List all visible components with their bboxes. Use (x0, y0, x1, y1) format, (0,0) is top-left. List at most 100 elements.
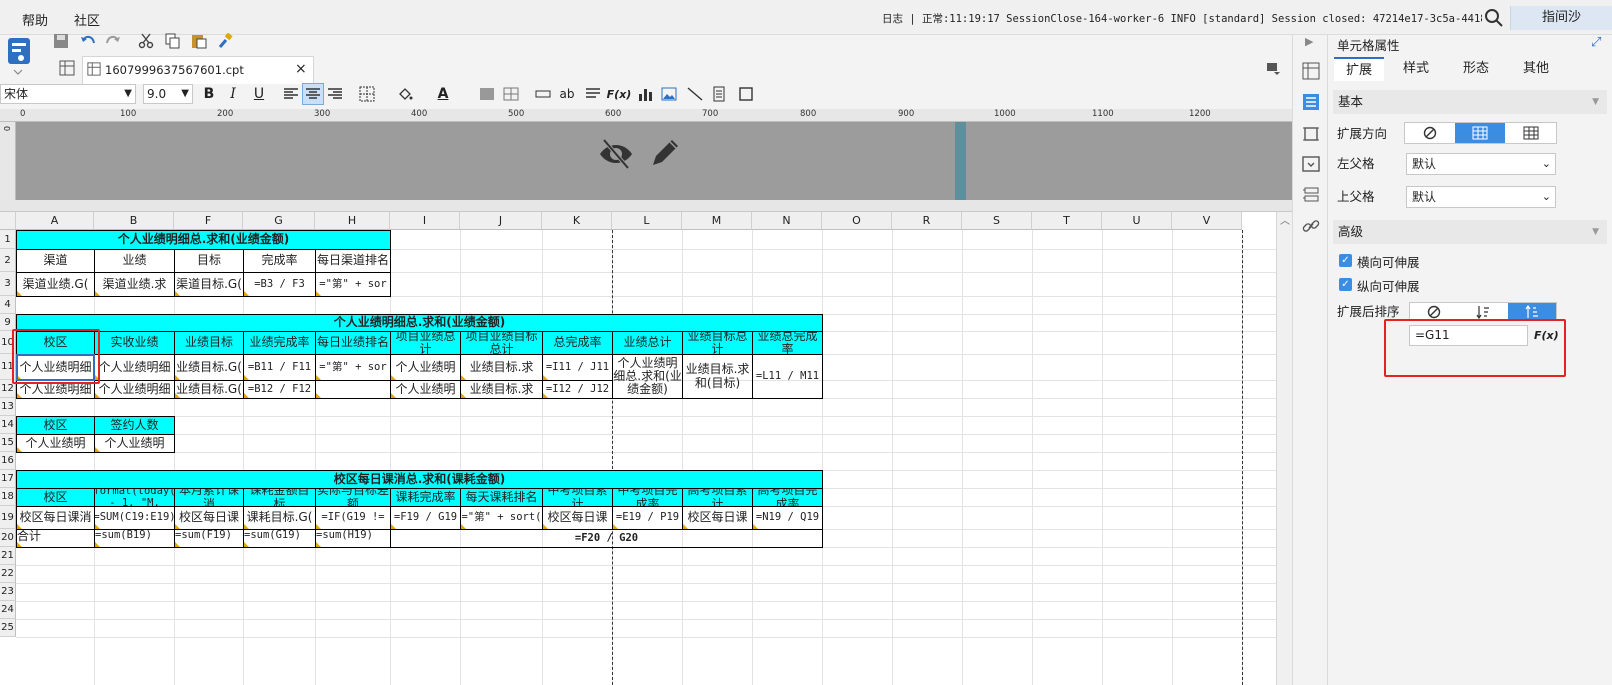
data-cell[interactable]: 渠道业绩.G( (16, 272, 95, 297)
edit-pen-icon[interactable] (648, 134, 682, 170)
page-margin-marker[interactable] (955, 122, 966, 200)
row-header[interactable]: 19 (0, 506, 16, 529)
underline-button[interactable]: U (248, 83, 270, 105)
data-cell[interactable]: 个人业绩明 (390, 380, 461, 399)
row-header[interactable]: 4 (0, 296, 16, 314)
sort-segment[interactable] (1409, 302, 1557, 321)
hyperlink-icon[interactable] (1302, 217, 1320, 235)
row-header[interactable]: 22 (0, 565, 16, 583)
data-cell[interactable]: ="第" + sor (315, 354, 391, 381)
menu-community[interactable]: 社区 (74, 10, 100, 29)
data-cell[interactable]: =F20 / G20 (390, 529, 823, 548)
data-cell[interactable]: =sum(G19) (243, 529, 316, 548)
row-header[interactable]: 20 (0, 529, 16, 547)
section-basic[interactable]: 基本 ▼ (1333, 90, 1607, 114)
border-icon[interactable] (356, 83, 378, 105)
header-cell[interactable]: 校区 (16, 416, 95, 435)
column-header[interactable]: M (682, 212, 752, 230)
column-header[interactable]: B (94, 212, 174, 230)
data-cell[interactable]: =I12 / J12 (542, 380, 613, 399)
tab-report-file[interactable]: 1607999637567601.cpt × (82, 56, 314, 84)
column-header[interactable]: F (174, 212, 243, 230)
row-header[interactable]: 21 (0, 547, 16, 565)
text-ab-icon[interactable]: ab (556, 83, 578, 105)
data-cell[interactable]: 个人业绩明 (16, 434, 95, 453)
data-cell[interactable]: 个人业绩明细 (94, 354, 175, 381)
row-header[interactable]: 16 (0, 452, 16, 470)
save-icon[interactable] (50, 30, 72, 52)
widget-icon[interactable] (736, 83, 758, 105)
header-cell[interactable]: 业绩总完成率 (752, 331, 823, 355)
data-cell[interactable]: =I11 / J11 (542, 354, 613, 381)
data-cell[interactable]: =B11 / F11 (243, 354, 316, 381)
header-cell[interactable]: 每日业绩排名 (315, 331, 391, 355)
frame-icon[interactable] (1302, 125, 1320, 143)
column-header[interactable]: N (752, 212, 822, 230)
pin-icon[interactable]: ⤢ (1591, 35, 1601, 50)
data-cell[interactable]: 合计 (16, 529, 95, 548)
row-header[interactable]: 23 (0, 583, 16, 601)
slash-icon[interactable] (684, 83, 706, 105)
format-painter-icon[interactable] (214, 30, 236, 52)
data-cell[interactable]: 个人业绩明细总.求和(业绩金额) (612, 354, 683, 399)
v-expand-checkbox[interactable]: ✓ (1339, 278, 1352, 291)
data-cell[interactable]: 业绩目标.G( (174, 354, 244, 381)
column-header[interactable]: R (892, 212, 962, 230)
data-cell[interactable]: =IF(G19 != (315, 506, 391, 530)
data-cell[interactable] (315, 380, 391, 399)
data-cell[interactable]: 渠道目标.G( (174, 272, 244, 297)
header-cell[interactable]: 实收业绩 (94, 331, 175, 355)
data-cell[interactable]: 课耗目标.G( (243, 506, 316, 530)
bold-button[interactable]: B (198, 83, 220, 105)
vertical-scrollbar[interactable]: ︿ (1276, 212, 1292, 685)
merge-icon[interactable] (476, 83, 498, 105)
header-cell[interactable]: 总完成率 (542, 331, 613, 355)
data-cell[interactable]: 渠道业绩.求 (94, 272, 175, 297)
column-header[interactable]: S (962, 212, 1032, 230)
font-size-select[interactable]: 9.0 ▼ (143, 84, 193, 104)
italic-button[interactable]: I (222, 83, 244, 105)
h-expand-checkbox[interactable]: ✓ (1339, 254, 1352, 267)
data-cell[interactable]: =B3 / F3 (243, 272, 316, 297)
row-header[interactable]: 18 (0, 488, 16, 506)
redo-icon[interactable] (102, 30, 124, 52)
header-cell[interactable]: 渠道 (16, 249, 95, 273)
header-cell[interactable]: 高考项目累计 (682, 488, 753, 507)
log-status[interactable]: 日志 | 正常:11:19:17 SessionClose-164-worker… (882, 11, 1482, 26)
row-header[interactable]: 14 (0, 416, 16, 434)
header-cell[interactable]: 课耗完成率 (390, 488, 461, 507)
column-header[interactable]: I (390, 212, 460, 230)
chart-icon[interactable] (634, 83, 656, 105)
header-cell[interactable]: 目标 (174, 249, 244, 273)
section-advanced[interactable]: 高级 ▼ (1333, 220, 1607, 244)
unmerge-icon[interactable] (500, 83, 522, 105)
close-icon[interactable]: × (295, 61, 307, 77)
data-cell[interactable]: 校区每日课 (174, 506, 244, 530)
undo-icon[interactable] (77, 30, 99, 52)
header-cell[interactable]: 业绩完成率 (243, 331, 316, 355)
collapse-arrow-icon[interactable]: ▶ (1305, 35, 1313, 48)
cell-properties-icon[interactable] (1302, 93, 1320, 111)
data-cell[interactable]: =sum(F19) (174, 529, 244, 548)
data-cell[interactable]: =B12 / F12 (243, 380, 316, 399)
data-cell[interactable]: =sum(H19) (315, 529, 391, 548)
search-icon[interactable] (1484, 8, 1504, 28)
align-center-icon[interactable] (302, 83, 324, 105)
data-cell[interactable]: =F19 / G19 (390, 506, 461, 530)
widget-settings-icon[interactable] (1302, 155, 1320, 173)
column-header[interactable]: K (542, 212, 612, 230)
header-cell[interactable]: 校区 (16, 488, 95, 507)
column-header[interactable]: H (315, 212, 390, 230)
row-header[interactable]: 1 (0, 230, 16, 249)
header-cell[interactable]: 每天课耗排名 (460, 488, 543, 507)
header-cell[interactable]: 业绩 (94, 249, 175, 273)
data-cell[interactable]: 业绩目标.求和(目标) (682, 354, 753, 399)
data-cell[interactable]: 业绩目标.求 (460, 380, 543, 399)
tab-expand[interactable]: 扩展 (1334, 57, 1384, 81)
header-cell[interactable]: 每日渠道排名 (315, 249, 391, 273)
column-header[interactable]: O (822, 212, 892, 230)
split-handle[interactable] (0, 200, 1292, 212)
fill-color-icon[interactable] (394, 83, 416, 105)
sheet-grid-icon[interactable] (56, 57, 78, 79)
spreadsheet-grid[interactable]: A B F G H I J K L M N O R S T U V 1 2 3 4 9 10 11 12 13 14 15 16 17 18… (0, 212, 1276, 685)
